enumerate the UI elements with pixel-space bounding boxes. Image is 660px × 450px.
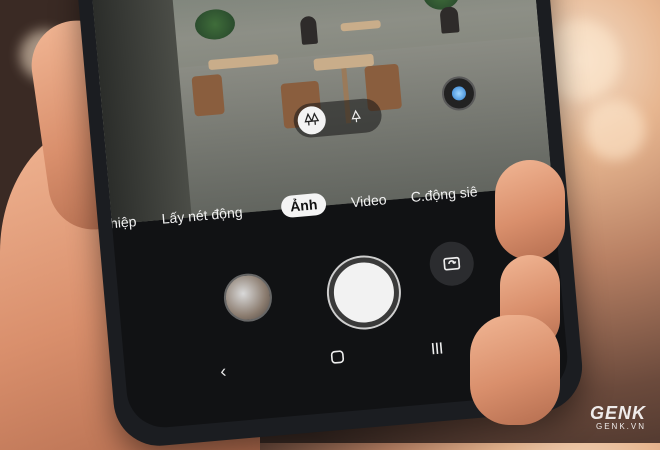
watermark: GENK GENK.VN — [590, 403, 646, 431]
recents-icon[interactable] — [428, 340, 446, 362]
watermark-logo: GENK — [589, 403, 646, 423]
mode-item[interactable]: Video — [350, 191, 387, 210]
tree-icon[interactable] — [296, 105, 327, 136]
finger — [495, 160, 565, 260]
mode-item-selected[interactable]: Ảnh — [280, 192, 328, 219]
single-tree-icon[interactable] — [340, 101, 370, 131]
mode-item[interactable]: C.động siê — [410, 183, 478, 205]
wall — [88, 0, 192, 225]
home-icon[interactable] — [329, 348, 347, 370]
table — [340, 20, 381, 32]
gallery-thumbnail[interactable] — [221, 271, 274, 324]
watermark-url: GENK.VN — [595, 422, 646, 431]
switch-camera-icon[interactable] — [427, 239, 476, 288]
shutter-button[interactable] — [326, 254, 402, 331]
back-icon[interactable]: ‹ — [219, 361, 227, 382]
chair — [191, 74, 225, 117]
bokeh-light — [585, 100, 645, 160]
person — [299, 15, 319, 45]
mode-item[interactable]: hiệp — [109, 213, 137, 231]
mode-item[interactable]: Lấy nét động — [161, 204, 243, 227]
finger — [470, 315, 560, 425]
person — [439, 6, 460, 34]
plant — [193, 7, 237, 42]
